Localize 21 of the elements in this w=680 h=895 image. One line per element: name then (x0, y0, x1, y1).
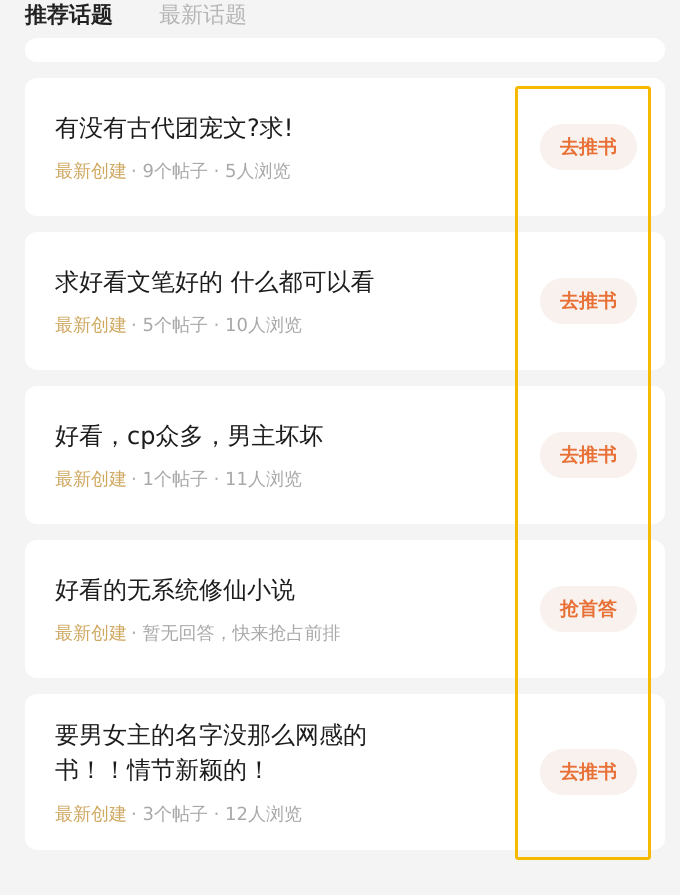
topic-card[interactable]: 好看，cp众多，男主坏坏 最新创建 · 1个帖子 · 11人浏览 去推书 (25, 386, 665, 524)
topic-card[interactable]: 要男女主的名字没那么网感的书！！情节新颖的！ 最新创建 · 3个帖子 · 12人浏览 去推书 (25, 694, 665, 850)
topic-tag: 最新创建 (55, 621, 127, 646)
topic-stats: · 3个帖子 · 12人浏览 (131, 802, 302, 826)
topic-card[interactable]: 有没有古代团宠文?求! 最新创建 · 9个帖子 · 5人浏览 去推书 (25, 78, 665, 216)
topic-title: 有没有古代团宠文?求! (55, 112, 294, 144)
topic-stats: · 暂无回答，快来抢占前排 (131, 622, 340, 646)
topic-stats: · 5个帖子 · 10人浏览 (131, 314, 302, 338)
topic-stats: · 1个帖子 · 11人浏览 (131, 468, 302, 492)
topic-title: 好看的无系统修仙小说 (55, 574, 296, 606)
topic-tag: 最新创建 (55, 802, 127, 826)
topic-tag: 最新创建 (55, 313, 127, 338)
topic-card[interactable]: 求好看文笔好的 什么都可以看 最新创建 · 5个帖子 · 10人浏览 去推书 (25, 232, 665, 370)
topic-tag: 最新创建 (55, 467, 127, 492)
topic-tab[interactable]: 推荐话题 (25, 0, 113, 30)
topic-card[interactable]: 好看的无系统修仙小说 最新创建 · 暂无回答，快来抢占前排 抢首答 (25, 540, 665, 678)
topic-title: 要男女主的名字没那么网感的书！！情节新颖的！ (55, 720, 368, 786)
topic-stats: · 9个帖子 · 5人浏览 (131, 160, 291, 184)
topic-title: 求好看文笔好的 什么都可以看 (55, 266, 376, 298)
topic-tag: 最新创建 (55, 159, 127, 184)
topic-title: 好看，cp众多，男主坏坏 (55, 420, 324, 452)
